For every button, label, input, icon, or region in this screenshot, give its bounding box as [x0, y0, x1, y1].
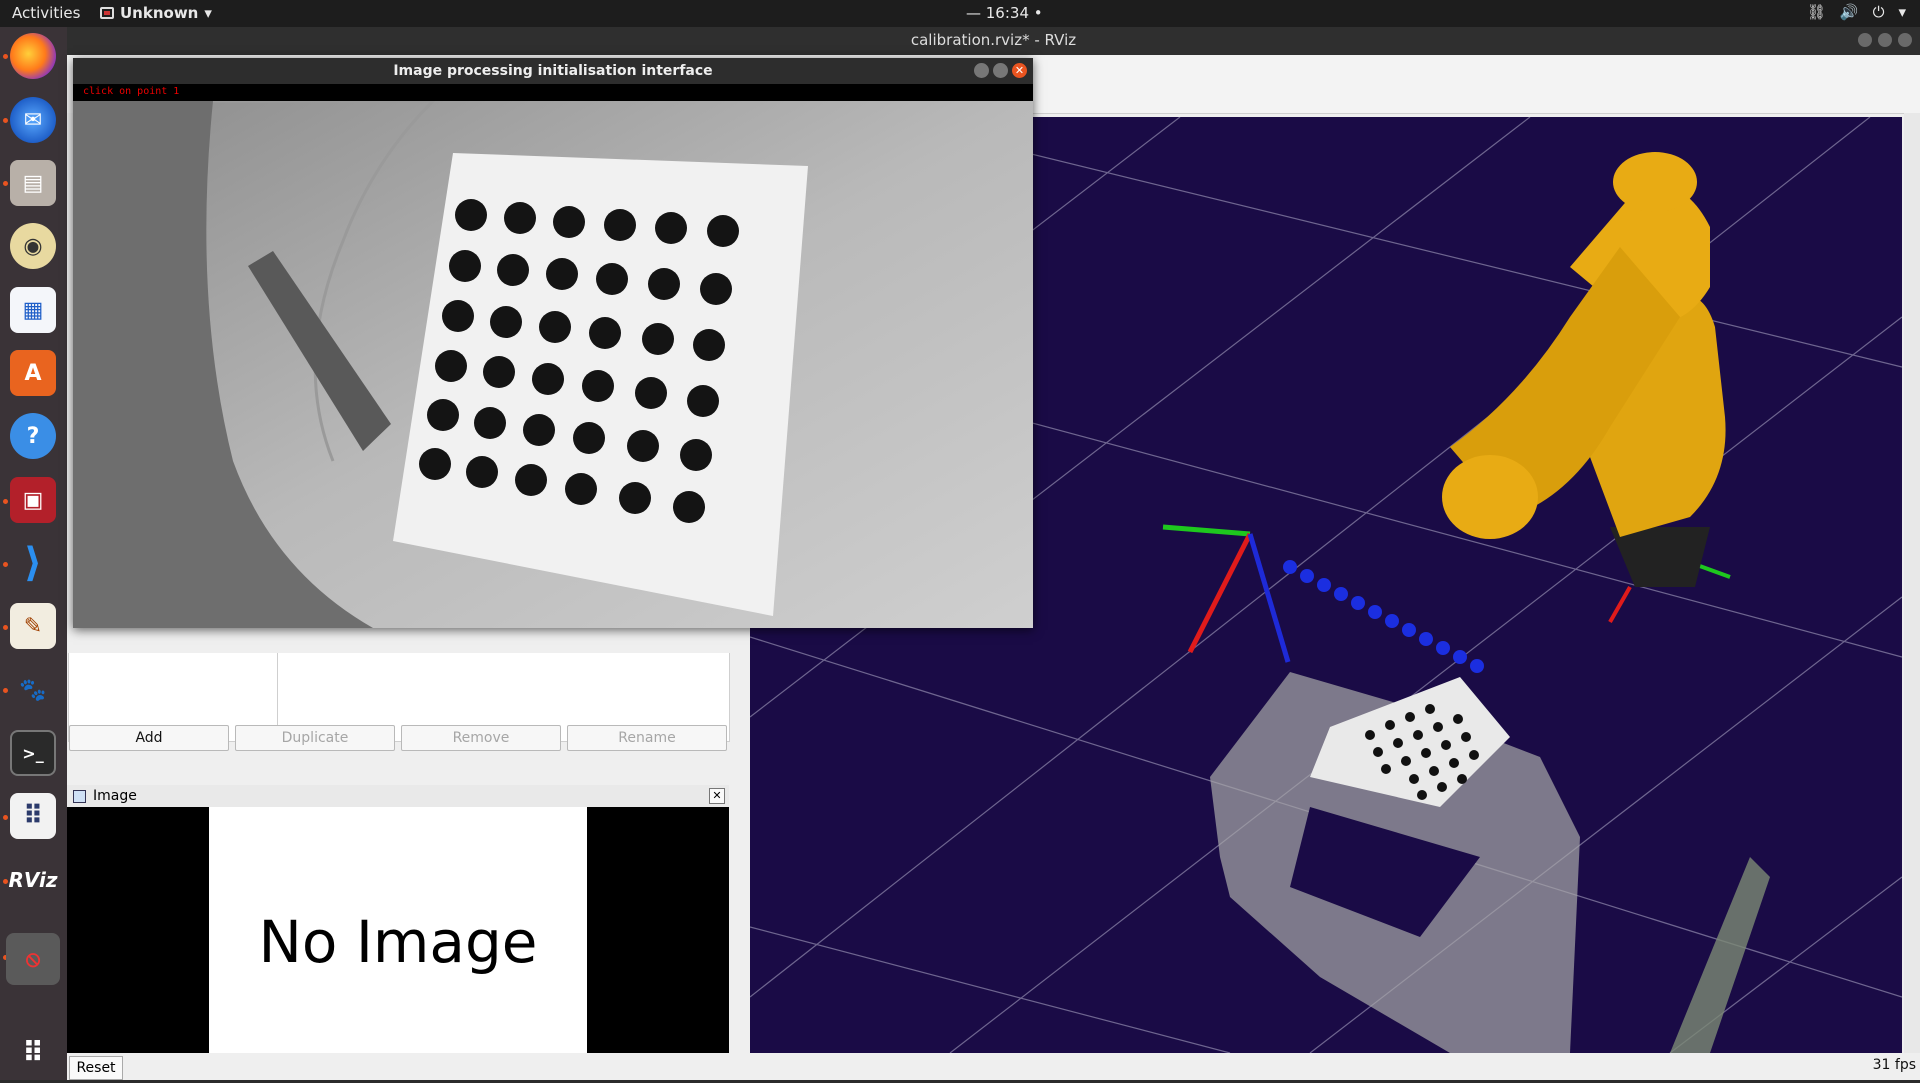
right-panel-handle[interactable] [1904, 113, 1920, 1053]
clock[interactable]: — 16:34 • [966, 4, 1043, 22]
terminal-icon[interactable]: >_ [10, 730, 56, 776]
gimp-icon[interactable]: 🐾 [10, 667, 56, 713]
duplicate-button[interactable]: Duplicate [235, 725, 395, 751]
axis-z [1247, 533, 1291, 663]
add-button[interactable]: Add [69, 725, 229, 751]
status-bar: Reset 31 fps [67, 1053, 1920, 1080]
maximize-button[interactable] [993, 63, 1008, 78]
axis-x [1187, 532, 1253, 654]
image-panel: Image ✕ No Image [67, 785, 729, 1083]
vscode-icon[interactable]: ⟩ [10, 540, 56, 586]
image-processing-window: Image processing initialisation interfac… [73, 58, 1033, 628]
fps-counter: 31 fps [1872, 1057, 1916, 1073]
running-indicator [3, 562, 8, 567]
blocked-icon[interactable]: ⦸ [6, 933, 60, 985]
files-icon[interactable]: ▤ [10, 160, 56, 206]
trajectory-spheres [1283, 560, 1484, 673]
rviz-icon[interactable]: RViz [8, 857, 57, 903]
axis-x-2 [1608, 586, 1632, 623]
writer-icon[interactable]: ▦ [10, 287, 56, 333]
no-image-placeholder: No Image [209, 807, 587, 1077]
running-indicator [3, 879, 8, 884]
window-icon [100, 7, 114, 19]
running-indicator [3, 118, 8, 123]
window-title: calibration.rviz* - RViz [910, 31, 1077, 49]
minimize-button[interactable] [974, 63, 989, 78]
image-view: No Image [67, 807, 729, 1077]
running-indicator [3, 181, 8, 186]
top-bar: Activities Unknown ▾ — 16:34 • ⛓ 🔊 ⏻ ▾ [0, 0, 1920, 27]
rhythmbox-icon[interactable]: ◉ [10, 223, 56, 269]
dock: ✉ ▤ ◉ ▦ A ? ▣ ⟩ ✎ 🐾 >_ ⠿ RViz ⦸ ⠿ [0, 27, 67, 1080]
system-tray[interactable]: ⛓ 🔊 ⏻ ▾ [1807, 3, 1906, 21]
app-menu[interactable]: Unknown ▾ [100, 4, 212, 22]
running-indicator [3, 625, 8, 630]
dots-icon[interactable]: ⠿ [10, 793, 56, 839]
image-panel-title: Image [93, 788, 137, 804]
camera-image[interactable] [73, 101, 1033, 628]
ip-titlebar[interactable]: Image processing initialisation interfac… [73, 58, 1033, 84]
activities-button[interactable]: Activities [12, 4, 80, 22]
robot-arm [1442, 152, 1726, 587]
thunderbird-icon[interactable]: ✉ [10, 97, 56, 143]
robot-base [1610, 527, 1710, 587]
firefox-icon[interactable] [10, 33, 56, 79]
image-panel-header[interactable]: Image ✕ [67, 785, 729, 807]
volume-icon[interactable]: 🔊 [1840, 3, 1859, 21]
power-icon[interactable]: ⏻ [1873, 3, 1885, 21]
image-icon [73, 790, 86, 803]
app-icon[interactable]: ▣ [10, 477, 56, 523]
running-indicator [3, 815, 8, 820]
robot-head [1613, 152, 1697, 212]
ip-window-title: Image processing initialisation interfac… [393, 63, 713, 79]
running-indicator [3, 688, 8, 693]
help-icon[interactable]: ? [10, 413, 56, 459]
point-cloud-edge [1670, 857, 1770, 1053]
axis-y [1162, 524, 1251, 537]
reset-button[interactable]: Reset [69, 1056, 123, 1080]
rviz-titlebar[interactable]: calibration.rviz* - RViz [67, 27, 1920, 55]
ip-status-text: click on point 1 [83, 86, 180, 97]
running-indicator [3, 54, 8, 59]
running-indicator [3, 499, 8, 504]
close-icon[interactable]: ✕ [709, 788, 725, 804]
remove-button[interactable]: Remove [401, 725, 561, 751]
maximize-button[interactable] [1878, 33, 1892, 47]
show-apps-icon[interactable]: ⠿ [10, 1029, 56, 1075]
chevron-down-icon[interactable]: ▾ [1898, 3, 1906, 21]
rename-button[interactable]: Rename [567, 725, 727, 751]
close-button[interactable]: ✕ [1012, 63, 1027, 78]
text-editor-icon[interactable]: ✎ [10, 603, 56, 649]
chevron-down-icon: ▾ [204, 4, 212, 22]
app-menu-label: Unknown [120, 4, 199, 22]
network-icon[interactable]: ⛓ [1807, 3, 1826, 21]
software-icon[interactable]: A [10, 350, 56, 396]
close-button[interactable] [1898, 33, 1912, 47]
robot-wrist [1442, 455, 1538, 539]
minimize-button[interactable] [1858, 33, 1872, 47]
